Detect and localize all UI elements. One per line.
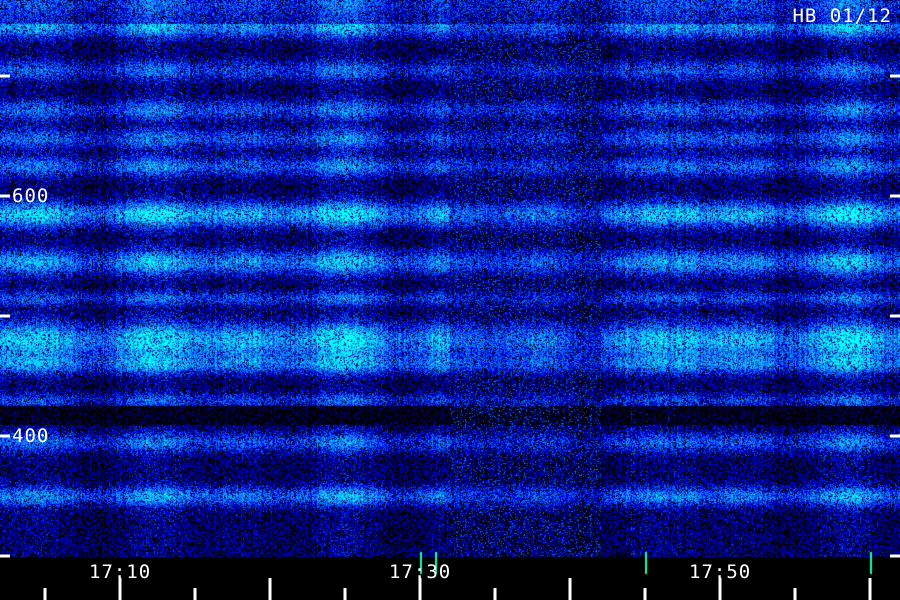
x-tick-label-17:10: 17:10 <box>89 561 152 583</box>
corner-label: HB 01/12 <box>792 5 892 27</box>
x-tick-label-17:50: 17:50 <box>689 561 752 583</box>
x-tick-label-17:30: 17:30 <box>389 561 452 583</box>
y-tick-label-600: 600 <box>12 185 50 207</box>
spectrogram: 4006008001000120017:1017:3017:50 HB 01/1… <box>0 0 900 600</box>
axis-layer <box>0 74 900 600</box>
y-tick-label-400: 400 <box>12 425 50 447</box>
